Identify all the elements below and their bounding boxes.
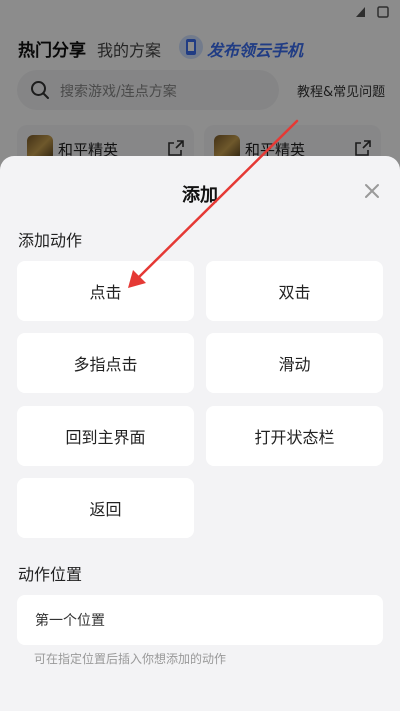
sheet-title: 添加: [182, 185, 218, 206]
multi-finger-click-action-button[interactable]: 多指点击: [17, 333, 194, 393]
actions-section-label: 添加动作: [18, 231, 83, 250]
position-section-label: 动作位置: [18, 565, 83, 584]
swipe-action-button[interactable]: 滑动: [206, 333, 383, 393]
add-action-sheet: 添加 添加动作 点击 双击 多指点击 滑动 回到主界面 打开状态栏 返回 动作位…: [0, 156, 400, 711]
close-icon[interactable]: [362, 181, 382, 201]
double-click-action-button[interactable]: 双击: [206, 261, 383, 321]
click-action-button[interactable]: 点击: [17, 261, 194, 321]
position-select[interactable]: 第一个位置: [17, 595, 383, 645]
position-value: 第一个位置: [35, 613, 105, 629]
open-status-bar-action-button[interactable]: 打开状态栏: [206, 406, 383, 466]
position-hint: 可在指定位置后插入你想添加的动作: [34, 652, 227, 666]
home-action-button[interactable]: 回到主界面: [17, 406, 194, 466]
back-action-button[interactable]: 返回: [17, 478, 194, 538]
